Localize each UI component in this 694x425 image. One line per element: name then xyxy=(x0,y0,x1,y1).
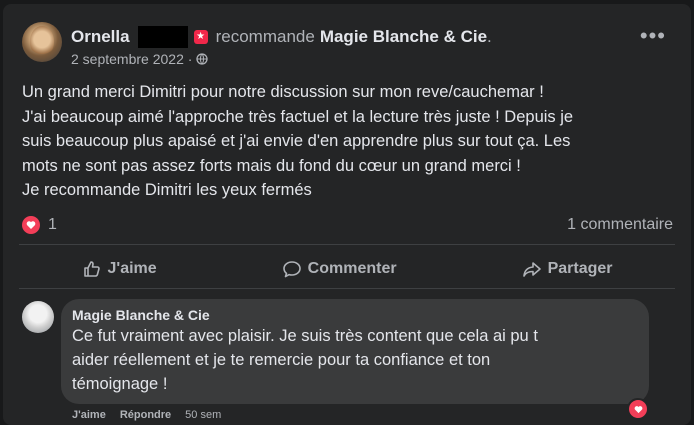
heart-shape-icon xyxy=(26,221,36,229)
author-name[interactable]: Ornella xyxy=(71,27,130,47)
like-label: J'aime xyxy=(107,260,157,277)
divider-bottom xyxy=(19,288,675,289)
recommend-verb: recommande xyxy=(215,27,315,46)
comment-button[interactable]: Commenter xyxy=(282,259,397,279)
post-header: Ornella ★ recommande Magie Blanche & Cie… xyxy=(71,25,492,49)
post-card: Ornella ★ recommande Magie Blanche & Cie… xyxy=(3,4,691,425)
reply-author-name[interactable]: Magie Blanche & Cie xyxy=(72,307,210,323)
post-line: suis beaucoup plus apaisé et j'ai envie … xyxy=(22,132,571,150)
post-line: Je recommande Dimitri les yeux fermés xyxy=(22,181,312,199)
reply-like-button[interactable]: J'aime xyxy=(72,409,106,421)
reaction-count: 1 xyxy=(48,216,57,233)
more-options-icon[interactable]: ••• xyxy=(640,25,666,47)
share-label: Partager xyxy=(547,260,613,277)
comment-count[interactable]: 1 commentaire xyxy=(567,216,673,234)
reply-respond-button[interactable]: Répondre xyxy=(120,409,171,421)
redacted-name xyxy=(137,26,188,48)
post-line: Un grand merci Dimitri pour notre discus… xyxy=(22,83,544,101)
reply-heart-shape-icon xyxy=(634,405,642,413)
header-period: . xyxy=(487,27,492,46)
reply-bubble: Magie Blanche & Cie Ce fut vraiment avec… xyxy=(61,299,649,404)
globe-icon xyxy=(196,53,209,65)
reply-line: aider réellement et je te remercie pour … xyxy=(72,351,491,369)
post-line: J'ai beaucoup aimé l'approche très factu… xyxy=(22,107,574,126)
heart-icon xyxy=(22,216,40,234)
author-avatar[interactable] xyxy=(22,22,62,62)
comment-bubble-icon xyxy=(282,261,301,278)
post-line: mots ne sont pas assez forts mais du fon… xyxy=(22,156,521,175)
action-bar: J'aime Commenter Partager xyxy=(19,251,675,287)
like-button[interactable]: J'aime xyxy=(82,259,157,279)
reply-actions: J'aime Répondre 50 sem xyxy=(72,409,221,421)
thumbs-up-icon xyxy=(83,261,100,277)
post-meta: 2 septembre 2022 · xyxy=(71,51,209,67)
reply-reaction-heart-icon[interactable] xyxy=(627,398,649,420)
post-body: Un grand merci Dimitri pour notre discus… xyxy=(22,80,662,203)
reaction-summary[interactable]: 1 xyxy=(22,216,57,234)
star-badge-icon: ★ xyxy=(193,30,208,44)
page-name-link[interactable]: Magie Blanche & Cie xyxy=(320,27,487,47)
comment-label: Commenter xyxy=(307,260,397,277)
reply-line: Ce fut vraiment avec plaisir. Je suis tr… xyxy=(72,327,538,345)
reply-timestamp[interactable]: 50 sem xyxy=(185,409,221,421)
reply-line: témoignage ! xyxy=(72,375,168,393)
reply-body: Ce fut vraiment avec plaisir. Je suis tr… xyxy=(72,324,638,396)
share-button[interactable]: Partager xyxy=(522,259,613,279)
share-arrow-icon xyxy=(522,262,541,277)
post-date[interactable]: 2 septembre 2022 · xyxy=(71,51,192,67)
divider-top xyxy=(19,244,675,245)
reply-author-avatar[interactable] xyxy=(22,301,54,333)
